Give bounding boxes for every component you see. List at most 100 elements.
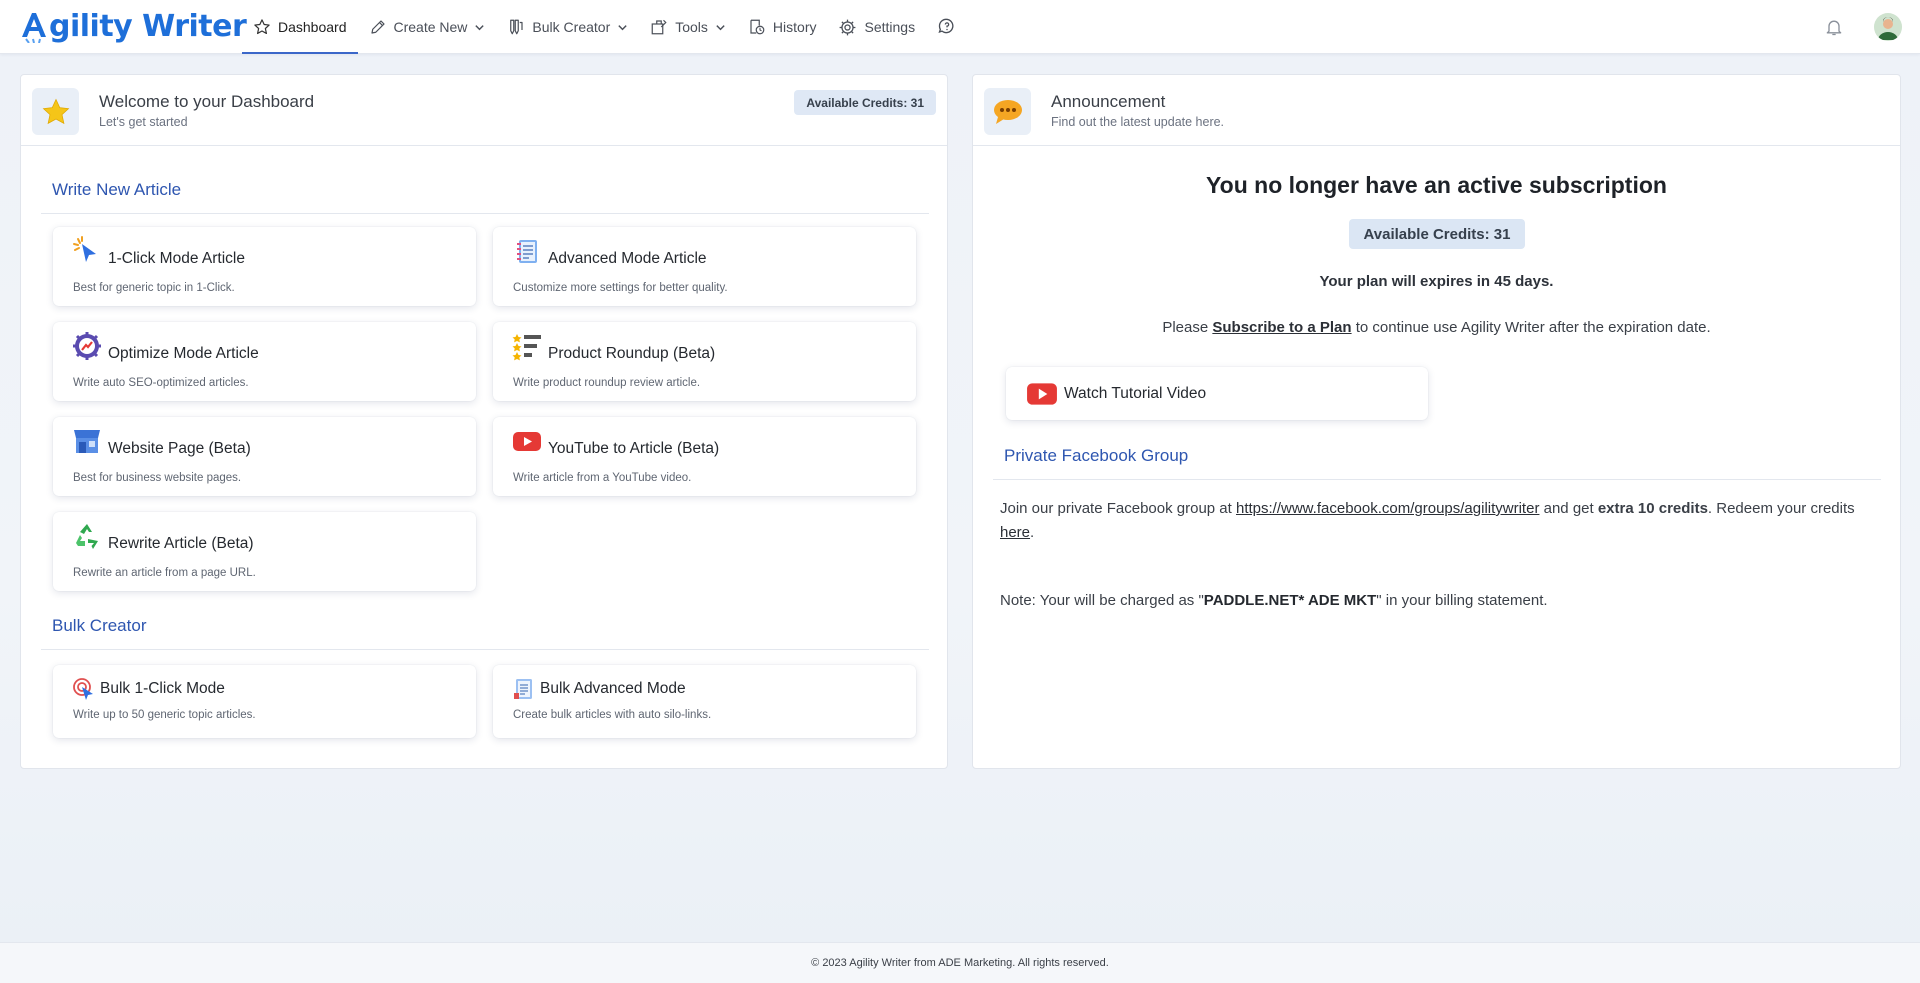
nav-tools[interactable]: Tools <box>639 0 737 54</box>
dashboard-panel: Welcome to your Dashboard Let's get star… <box>20 74 948 769</box>
dashboard-title: Welcome to your Dashboard <box>99 92 315 111</box>
fb-text-end: . <box>1030 524 1035 541</box>
nav-history-label: History <box>772 19 817 35</box>
fb-extra-credits: extra 10 credits <box>1597 500 1708 517</box>
card-description: Best for business website pages. <box>73 472 242 484</box>
subscription-heading: You no longer have an active subscriptio… <box>1206 172 1667 198</box>
subscribe-text-pre: Please <box>1162 319 1213 336</box>
watch-tutorial-label: Watch Tutorial Video <box>1064 384 1207 402</box>
announcement-header: Announcement Find out the latest update … <box>973 75 1900 146</box>
credits-badge: Available Credits: 31 <box>794 90 936 115</box>
history-icon <box>750 19 765 35</box>
dashboard-icon-box <box>32 88 79 135</box>
recycle-icon <box>76 524 98 549</box>
fb-text-mid: and get <box>1539 500 1598 517</box>
subscribe-text-post: to continue use Agility Writer after the… <box>1351 319 1711 336</box>
card-title: YouTube to Article (Beta) <box>548 440 720 457</box>
nav-settings-label: Settings <box>864 19 916 35</box>
fb-text-post: . Redeem your credits <box>1707 500 1855 517</box>
card-website-page[interactable]: Website Page (Beta) Best for business we… <box>53 417 476 496</box>
nav-bulk-creator-label: Bulk Creator <box>532 19 611 35</box>
footer: © 2023 Agility Writer from ADE Marketing… <box>0 942 1920 983</box>
dashboard-subtitle: Let's get started <box>99 115 188 129</box>
card-bulk-advanced[interactable]: Bulk Advanced Mode Create bulk articles … <box>493 665 916 738</box>
card-description: Write article from a YouTube video. <box>513 472 692 484</box>
nav-tools-label: Tools <box>675 19 708 35</box>
pencil-icon <box>370 20 385 34</box>
speech-bubble-icon <box>993 99 1022 124</box>
fb-text-pre: Join our private Facebook group at <box>1000 500 1236 517</box>
target-cursor-icon <box>73 678 93 700</box>
card-title: Product Roundup (Beta) <box>548 345 716 362</box>
top-navbar: gility Writer Dashboard Create New Bulk … <box>0 0 1920 54</box>
chat-help-icon <box>938 18 954 34</box>
pens-icon <box>510 19 524 35</box>
chevron-down-icon <box>618 24 627 30</box>
redeem-here-link[interactable]: here <box>1000 524 1030 541</box>
nav-help[interactable] <box>926 0 975 54</box>
bulk-section-title: Bulk Creator <box>52 616 147 635</box>
document-icon <box>514 679 532 699</box>
card-description: Write product roundup review article. <box>513 377 701 389</box>
plan-expire-text: Your plan will expires in 45 days. <box>1319 273 1554 290</box>
facebook-group-link[interactable]: https://www.facebook.com/groups/agilityw… <box>1236 500 1539 517</box>
card-rewrite-article[interactable]: Rewrite Article (Beta) Rewrite an articl… <box>53 512 476 591</box>
card-title: Optimize Mode Article <box>108 345 259 362</box>
announcement-panel: Announcement Find out the latest update … <box>972 74 1901 769</box>
nav-dashboard[interactable]: Dashboard <box>242 0 358 54</box>
card-advanced-mode[interactable]: Advanced Mode Article Customize more set… <box>493 227 916 306</box>
card-title: Bulk 1-Click Mode <box>100 680 225 697</box>
card-product-roundup[interactable]: Product Roundup (Beta) Write product rou… <box>493 322 916 401</box>
card-title: Rewrite Article (Beta) <box>108 535 254 552</box>
note-post: " in your billing statement. <box>1376 592 1548 609</box>
gear-icon <box>840 19 856 35</box>
card-description: Customize more settings for better quali… <box>513 282 728 294</box>
main-menu: Dashboard Create New Bulk Creator Tools … <box>242 0 975 54</box>
nav-history[interactable]: History <box>737 0 828 54</box>
brand-name: gility Writer <box>49 8 247 44</box>
nav-dashboard-label: Dashboard <box>278 19 347 35</box>
bell-icon[interactable] <box>1824 16 1844 38</box>
card-description: Best for generic topic in 1-Click. <box>73 282 235 294</box>
card-bulk-1-click[interactable]: Bulk 1-Click Mode Write up to 50 generic… <box>53 665 476 738</box>
announcement-icon-box <box>984 88 1031 135</box>
card-title: 1-Click Mode Article <box>108 250 245 267</box>
card-description: Create bulk articles with auto silo-link… <box>513 709 712 721</box>
nav-bulk-creator[interactable]: Bulk Creator <box>496 0 639 54</box>
storefront-icon <box>74 430 100 453</box>
announcement-credits-badge: Available Credits: 31 <box>1349 219 1525 249</box>
announcement-subtitle: Find out the latest update here. <box>1051 115 1225 129</box>
youtube-icon <box>1027 382 1057 405</box>
card-title: Bulk Advanced Mode <box>540 680 686 697</box>
announcement-title: Announcement <box>1051 92 1166 111</box>
write-section-divider <box>41 213 929 214</box>
card-description: Write up to 50 generic topic articles. <box>73 709 256 721</box>
card-title: Website Page (Beta) <box>108 440 251 457</box>
card-optimize-mode[interactable]: Optimize Mode Article Write auto SEO-opt… <box>53 322 476 401</box>
star-list-icon <box>512 334 541 361</box>
dashboard-header: Welcome to your Dashboard Let's get star… <box>21 75 947 146</box>
seo-gear-icon <box>73 332 101 360</box>
billing-descriptor: PADDLE.NET* ADE MKT <box>1203 592 1377 609</box>
user-avatar[interactable] <box>1874 13 1902 41</box>
bulk-section-divider <box>41 649 929 650</box>
youtube-icon <box>513 432 541 451</box>
watch-tutorial-button[interactable]: Watch Tutorial Video <box>1006 367 1428 420</box>
subscribe-text: Please Subscribe to a Plan to continue u… <box>973 319 1900 336</box>
copyright-text: © 2023 Agility Writer from ADE Marketing… <box>811 957 1109 969</box>
chevron-down-icon <box>716 24 725 30</box>
billing-note: Note: Your will be charged as "PADDLE.NE… <box>1000 592 1548 609</box>
logo-a-icon <box>20 9 48 44</box>
card-description: Rewrite an article from a page URL. <box>73 567 256 579</box>
star-outline-icon <box>254 19 270 35</box>
nav-right-controls <box>1824 13 1902 41</box>
brand-logo[interactable]: gility Writer <box>20 6 247 46</box>
nav-create-new[interactable]: Create New <box>358 0 497 54</box>
card-youtube-to-article[interactable]: YouTube to Article (Beta) Write article … <box>493 417 916 496</box>
subscribe-link[interactable]: Subscribe to a Plan <box>1212 319 1351 336</box>
chevron-down-icon <box>475 24 485 30</box>
card-1-click-mode[interactable]: 1-Click Mode Article Best for generic to… <box>53 227 476 306</box>
nav-settings[interactable]: Settings <box>827 0 926 54</box>
card-description: Write auto SEO-optimized articles. <box>73 377 249 389</box>
nav-create-new-label: Create New <box>393 19 468 35</box>
